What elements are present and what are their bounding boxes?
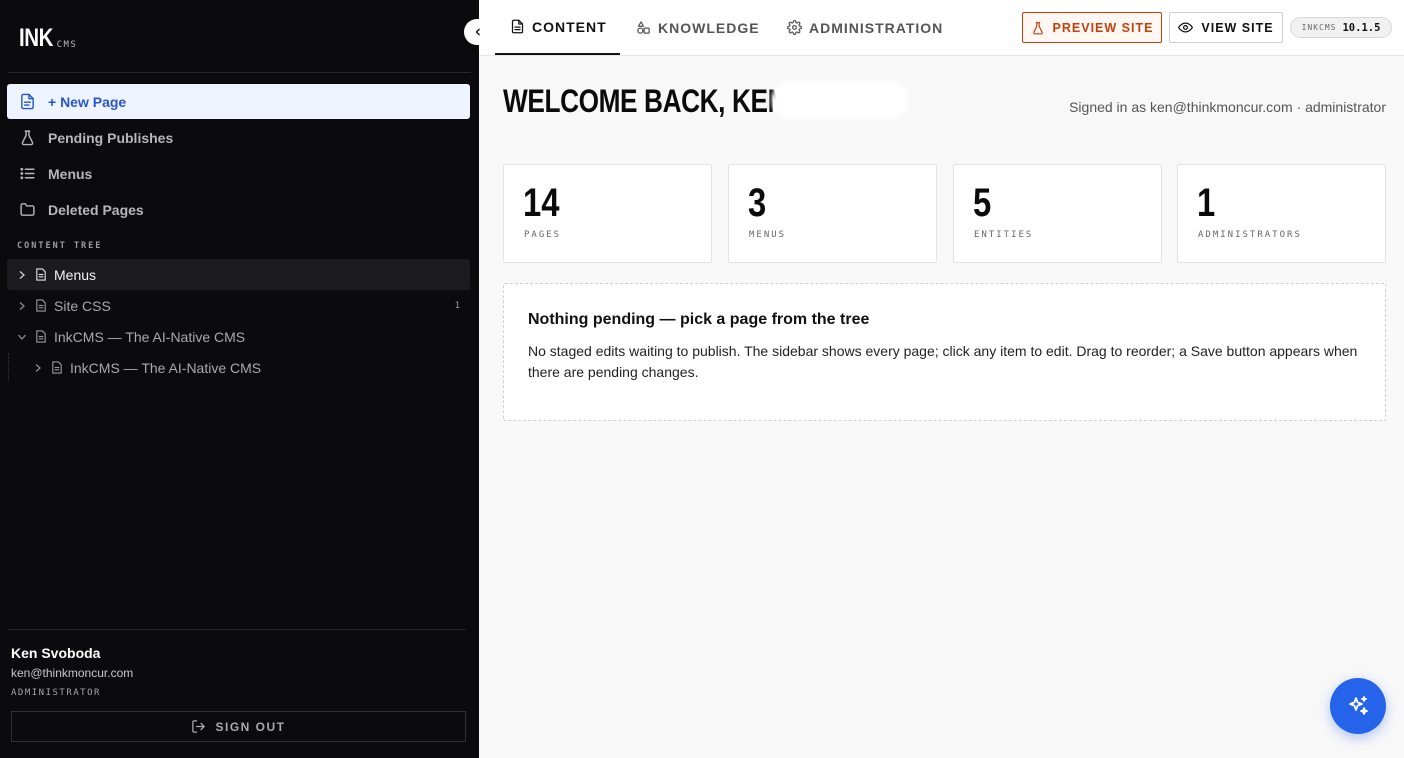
- brand-logo[interactable]: INK CMS: [19, 26, 77, 51]
- brand-name: INK: [19, 24, 54, 52]
- sidebar-item-label: + New Page: [48, 93, 127, 110]
- flask-icon: [21, 130, 34, 146]
- tree-item-label: Site CSS: [54, 297, 111, 314]
- sign-out-icon: [192, 720, 206, 733]
- view-site-button[interactable]: VIEW SITE: [1169, 12, 1283, 43]
- tab-label: ADMINISTRATION: [809, 19, 944, 36]
- tree-item-count: 1: [454, 300, 460, 311]
- tree-item-site-css[interactable]: Site CSS 1: [7, 290, 470, 321]
- preview-site-button[interactable]: PREVIEW SITE: [1022, 12, 1162, 43]
- content-tree: Menus Site CSS 1 InkCMS — The AI-Native …: [7, 259, 470, 383]
- collapse-sidebar-button[interactable]: [464, 19, 492, 45]
- brand-suffix: CMS: [56, 40, 78, 50]
- tree-item-inkcms-root[interactable]: InkCMS — The AI-Native CMS: [7, 321, 470, 352]
- flask-icon: [1032, 21, 1043, 34]
- user-divider: [8, 629, 466, 630]
- stat-card-pages: 14 PAGES: [503, 164, 712, 263]
- pending-card: Nothing pending — pick a page from the t…: [503, 283, 1386, 421]
- stat-value: 3: [748, 181, 767, 225]
- chevron-right-icon[interactable]: [17, 270, 27, 280]
- sidebar-divider: [8, 72, 471, 73]
- tree-item-menus[interactable]: Menus: [7, 259, 470, 290]
- stat-label: MENUS: [749, 230, 787, 240]
- document-icon: [36, 299, 46, 312]
- list-icon: [20, 167, 35, 180]
- eye-icon: [1178, 22, 1194, 33]
- chevron-left-icon: [475, 28, 480, 36]
- file-plus-icon: [21, 93, 34, 110]
- stat-label: ADMINISTRATORS: [1198, 230, 1302, 240]
- sidebar-item-deleted-pages[interactable]: Deleted Pages: [7, 192, 470, 227]
- stat-label: ENTITIES: [974, 230, 1034, 240]
- sidebar-item-label: Deleted Pages: [48, 201, 144, 218]
- document-icon: [36, 268, 46, 281]
- stat-value: 5: [973, 181, 992, 225]
- tree-guide-line: [8, 353, 9, 381]
- redacted-area: [772, 82, 908, 118]
- content-tree-heading: CONTENT TREE: [17, 241, 103, 251]
- tab-label: CONTENT: [532, 18, 607, 35]
- stat-card-administrators: 1 ADMINISTRATORS: [1177, 164, 1386, 263]
- chevron-down-icon[interactable]: [17, 332, 27, 342]
- sidebar-item-label: Pending Publishes: [48, 129, 174, 146]
- user-email: ken@thinkmoncur.com: [11, 666, 134, 680]
- sign-out-button[interactable]: SIGN OUT: [11, 711, 466, 742]
- sidebar-item-menus[interactable]: Menus: [7, 156, 470, 191]
- sidebar-item-pending-publishes[interactable]: Pending Publishes: [7, 120, 470, 155]
- version-badge: INKCMS 10.1.5: [1290, 17, 1392, 38]
- tree-item-inkcms-child[interactable]: InkCMS — The AI-Native CMS: [7, 352, 470, 383]
- preview-site-label: PREVIEW SITE: [1052, 20, 1154, 35]
- tab-content[interactable]: CONTENT: [495, 0, 620, 55]
- signed-in-text: Signed in as ken@thinkmoncur.com · admin…: [1069, 99, 1386, 115]
- user-role: ADMINISTRATOR: [11, 688, 101, 698]
- chevron-right-icon[interactable]: [17, 301, 27, 311]
- file-icon: [511, 19, 524, 34]
- version-label: INKCMS: [1301, 23, 1337, 32]
- stat-value: 1: [1197, 181, 1216, 225]
- sign-out-label: SIGN OUT: [215, 719, 286, 734]
- tree-item-label: InkCMS — The AI-Native CMS: [54, 328, 246, 345]
- tab-administration[interactable]: ADMINISTRATION: [787, 0, 943, 55]
- shapes-icon: [637, 21, 650, 34]
- user-name: Ken Svoboda: [11, 645, 101, 661]
- top-bar: CONTENT KNOWLEDGE ADMINISTRATION PREVIEW…: [479, 0, 1404, 56]
- document-icon: [52, 361, 62, 374]
- stat-card-entities: 5 ENTITIES: [953, 164, 1162, 263]
- version-number: 10.1.5: [1342, 21, 1381, 34]
- tab-knowledge[interactable]: KNOWLEDGE: [636, 0, 760, 55]
- view-site-label: VIEW SITE: [1201, 20, 1274, 35]
- pending-body: No staged edits waiting to publish. The …: [528, 343, 1358, 380]
- page-title: WELCOME BACK, KEN: [503, 83, 787, 119]
- stat-label: PAGES: [524, 230, 562, 240]
- stat-value: 14: [523, 181, 560, 225]
- folder-icon: [20, 203, 35, 216]
- sparkles-icon: [1349, 696, 1368, 715]
- pending-title: Nothing pending — pick a page from the t…: [528, 311, 870, 328]
- ai-assistant-button[interactable]: [1330, 678, 1386, 734]
- stat-card-menus: 3 MENUS: [728, 164, 937, 263]
- sidebar-nav: + New Page Pending Publishes Menus Delet…: [7, 84, 470, 228]
- tab-label: KNOWLEDGE: [658, 19, 760, 36]
- sidebar-item-label: Menus: [48, 165, 93, 182]
- document-icon: [36, 330, 46, 343]
- sidebar: INK CMS + New Page Pending Publishes Men…: [0, 0, 479, 758]
- gear-icon: [787, 20, 802, 35]
- chevron-right-icon[interactable]: [33, 363, 43, 373]
- sidebar-item-new-page[interactable]: + New Page: [7, 84, 470, 119]
- tree-item-label: InkCMS — The AI-Native CMS: [70, 359, 262, 376]
- tree-item-label: Menus: [54, 266, 97, 283]
